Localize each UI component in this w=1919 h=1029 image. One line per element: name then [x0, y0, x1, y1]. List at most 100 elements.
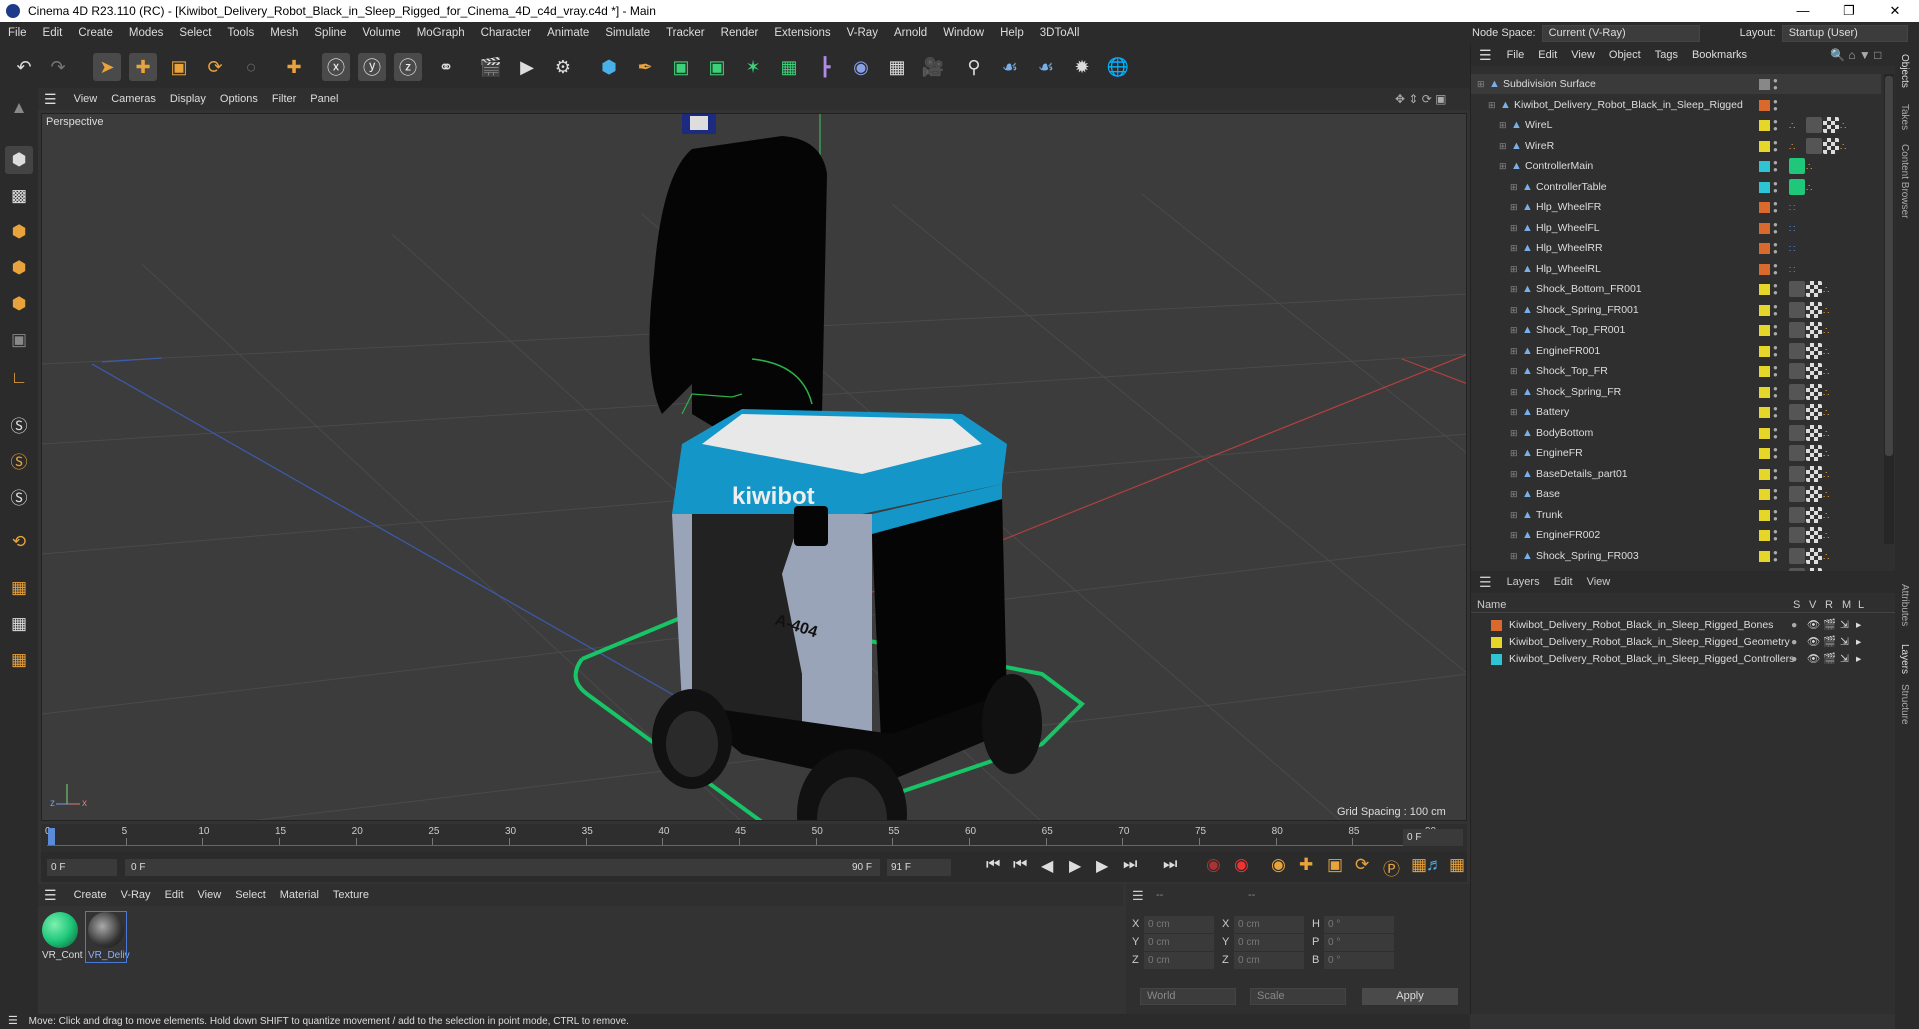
material-menu-select[interactable]: Select — [228, 889, 273, 901]
object-row[interactable]: ⊞ ▲ Shock_Spring_FR003 ● ● ∴ — [1471, 546, 1881, 566]
close-button[interactable]: ✕ — [1872, 0, 1918, 22]
locked-workplane-icon[interactable]: ▦ — [5, 646, 33, 674]
object-row[interactable]: ⊞ ▲ Trunk ● ● ∴ — [1471, 505, 1881, 525]
menu-select[interactable]: Select — [171, 27, 219, 39]
visibility-dots-icon[interactable]: ●● — [1773, 97, 1778, 112]
object-tag-icon[interactable] — [1806, 445, 1822, 461]
layer-solo-icon[interactable]: ● — [1791, 617, 1797, 634]
coord-value-field[interactable]: 0 ° — [1324, 916, 1394, 933]
object-tag-icon[interactable] — [1789, 445, 1805, 461]
object-tag-icon[interactable] — [1806, 465, 1822, 482]
object-row[interactable]: ⊞ ▲ Hlp_WheelRR ● ● ∷ — [1471, 238, 1881, 258]
object-tag-icon[interactable] — [1789, 301, 1805, 318]
key-position-icon[interactable]: ✚ — [1299, 855, 1313, 875]
object-tag-icon[interactable]: ∴ — [1823, 507, 1839, 523]
viewport-menu-hamburger-icon[interactable]: ☰ — [38, 91, 67, 108]
object-tag-icon[interactable]: ∴ — [1823, 425, 1839, 441]
layer-color-swatch[interactable] — [1759, 427, 1770, 439]
visibility-dots-icon[interactable]: ●● — [1773, 302, 1778, 317]
cube-primitive-icon[interactable]: ⬢ — [595, 53, 623, 81]
side-tab-objects[interactable]: Objects — [1899, 54, 1910, 88]
tree-expand-icon[interactable]: ⊞ — [1510, 259, 1518, 279]
object-tag-icon[interactable] — [1806, 363, 1822, 379]
material-swatch-vr-deliv[interactable]: VR_Deliv — [85, 911, 130, 963]
undo-icon[interactable]: ↶ — [10, 53, 38, 81]
object-row[interactable]: ⊞ ▲ EngineFR001 ● ● ∴ — [1471, 341, 1881, 361]
scale-tool-icon[interactable]: ▣ — [165, 53, 193, 81]
object-row[interactable]: ⊞ ▲ Hlp_WheelFL ● ● ∷ — [1471, 218, 1881, 238]
grid-icon[interactable]: ▦ — [5, 610, 33, 638]
layer-lock-icon[interactable]: ▸ — [1856, 617, 1861, 634]
object-tag-icon[interactable] — [1789, 322, 1805, 338]
light-icon[interactable]: ⚲ — [960, 53, 988, 81]
end-frame-field[interactable]: 91 F — [887, 859, 951, 876]
object-row[interactable]: ⊞ ▲ Battery ● ● ∴ — [1471, 402, 1881, 422]
texture-mode-icon[interactable]: ▩ — [5, 182, 33, 210]
material-menu-material[interactable]: Material — [273, 889, 326, 901]
layer-color-swatch[interactable] — [1759, 140, 1770, 152]
python-script-icon[interactable]: ☙ — [1032, 53, 1060, 81]
timeline-window-icon[interactable]: ▦ — [1449, 855, 1465, 875]
menu-mesh[interactable]: Mesh — [262, 27, 306, 39]
menu-animate[interactable]: Animate — [539, 27, 597, 39]
layer-solo-icon[interactable]: ● — [1791, 634, 1797, 651]
timeline-playhead[interactable] — [48, 828, 55, 846]
object-row[interactable]: ⊞ ▲ ControllerMain ● ● ∴ — [1471, 156, 1881, 176]
node-space-dropdown[interactable]: Current (V-Ray) — [1541, 24, 1700, 42]
viewport-menu-cameras[interactable]: Cameras — [104, 93, 163, 105]
object-tag-icon[interactable]: ∴ — [1840, 138, 1856, 154]
timeline-ruler[interactable]: 051015202530354045505560657075808590 0 F — [41, 824, 1467, 852]
layer-color-swatch[interactable] — [1491, 637, 1502, 648]
render-settings-icon[interactable]: ⚙ — [549, 53, 577, 81]
z-axis-lock-icon[interactable]: ⓩ — [394, 53, 422, 81]
object-tag-icon[interactable] — [1806, 137, 1822, 154]
move-tool-icon[interactable]: ✚ — [129, 53, 157, 81]
field-icon[interactable]: ▦ — [775, 53, 803, 81]
object-tag-icon[interactable] — [1806, 547, 1822, 564]
object-tag-icon[interactable]: ∴ — [1840, 117, 1856, 133]
environment-icon[interactable]: ◉ — [847, 53, 875, 81]
layer-color-swatch[interactable] — [1759, 263, 1770, 275]
tree-expand-icon[interactable]: ⊞ — [1510, 443, 1518, 463]
camera-icon[interactable]: 🎥 — [919, 53, 947, 81]
object-tag-icon[interactable]: ∷ — [1789, 199, 1805, 215]
object-tag-icon[interactable] — [1806, 506, 1822, 523]
visibility-dots-icon[interactable]: ●● — [1773, 487, 1778, 502]
object-row[interactable]: ⊞ ▲ Shock_Bottom_FR001 ● ● ∴ — [1471, 279, 1881, 299]
layer-lock-icon[interactable]: ▸ — [1856, 634, 1861, 651]
tree-expand-icon[interactable]: ⊞ — [1510, 464, 1518, 484]
object-tag-icon[interactable] — [1789, 527, 1805, 543]
visibility-dots-icon[interactable]: ●● — [1773, 425, 1778, 440]
layer-color-swatch[interactable] — [1759, 407, 1770, 418]
tree-expand-icon[interactable]: ⊞ — [1477, 74, 1485, 94]
object-tag-icon[interactable] — [1789, 404, 1805, 420]
visibility-dots-icon[interactable]: ●● — [1773, 159, 1778, 174]
next-frame-icon[interactable]: ▶ — [1096, 856, 1108, 876]
object-tag-icon[interactable] — [1806, 322, 1822, 338]
object-tag-icon[interactable] — [1789, 363, 1805, 379]
layer-color-swatch[interactable] — [1491, 654, 1502, 665]
layer-row[interactable]: Kiwibot_Delivery_Robot_Black_in_Sleep_Ri… — [1471, 634, 1896, 651]
coord-menu-icon[interactable]: ☰ — [1132, 888, 1144, 904]
layer-lock-icon[interactable]: ▸ — [1856, 651, 1861, 668]
vray-settings-icon[interactable]: ✹ — [1068, 53, 1096, 81]
menu-modes[interactable]: Modes — [121, 27, 172, 39]
object-row[interactable]: ⊞ ▲ Base ● ● ∴ — [1471, 484, 1881, 504]
object-tag-icon[interactable] — [1806, 486, 1822, 502]
viewport-menu-filter[interactable]: Filter — [265, 93, 303, 105]
object-tag-icon[interactable]: ∴ — [1823, 548, 1839, 564]
tree-expand-icon[interactable]: ⊞ — [1510, 320, 1518, 340]
object-menu-object[interactable]: Object — [1602, 49, 1648, 61]
object-menu-file[interactable]: File — [1500, 49, 1532, 61]
object-row[interactable]: ⊞ ▲ Subdivision Surface ● ● — [1471, 74, 1881, 94]
coord-scale-dropdown[interactable]: Scale — [1250, 988, 1346, 1005]
material-menu-vray[interactable]: V-Ray — [114, 889, 158, 901]
goto-start-icon[interactable]: ⏮ — [986, 856, 1000, 874]
visibility-dots-icon[interactable]: ●● — [1773, 343, 1778, 358]
layer-color-swatch[interactable] — [1759, 202, 1770, 213]
visibility-dots-icon[interactable]: ●● — [1773, 466, 1778, 481]
layer-color-swatch[interactable] — [1759, 181, 1770, 193]
solo-icon[interactable]: Ⓢ — [5, 482, 33, 510]
status-menu-icon[interactable]: ☰ — [0, 1015, 26, 1027]
object-tag-icon[interactable]: ∴ — [1823, 322, 1839, 338]
